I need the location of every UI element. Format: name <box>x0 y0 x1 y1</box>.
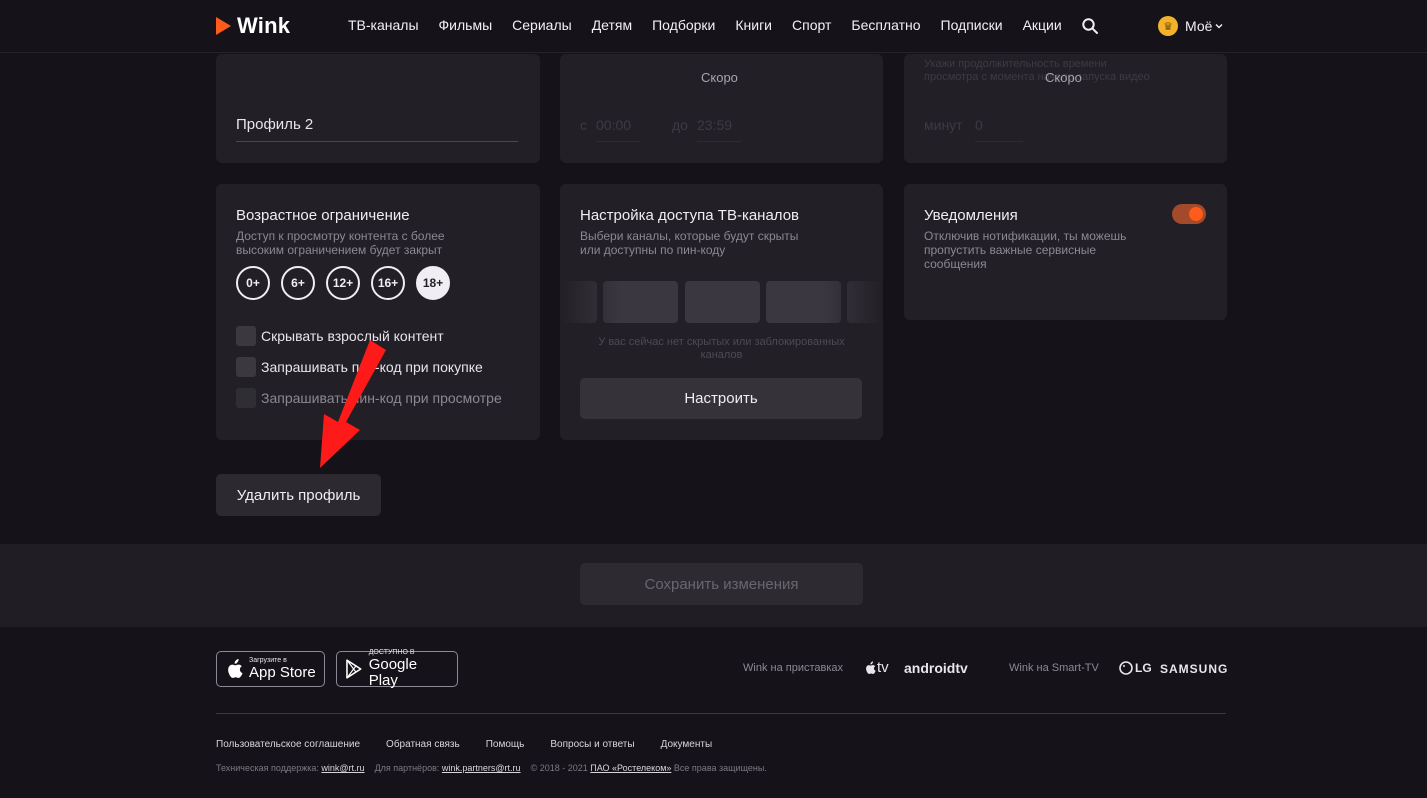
channel-placeholder-row <box>560 281 883 323</box>
footer-link-feedback[interactable]: Обратная связь <box>386 739 460 750</box>
footer: Загрузите в App Store ДОСТУПНО В Google … <box>0 627 1427 798</box>
profile-menu[interactable]: ♛ Моё <box>1158 16 1223 36</box>
age-12-button[interactable]: 12+ <box>326 266 360 300</box>
age-0-button[interactable]: 0+ <box>236 266 270 300</box>
viewing-time-card: Скоро с 00:00 до 23:59 <box>560 54 883 163</box>
chevron-down-icon <box>1215 24 1223 29</box>
age-18-button[interactable]: 18+ <box>416 266 450 300</box>
nav-series[interactable]: Сериалы <box>512 17 572 33</box>
fade-left <box>560 281 620 323</box>
android-tv-logo[interactable]: androidtv <box>904 660 968 676</box>
nav-tv-channels[interactable]: ТВ-каналы <box>348 17 419 33</box>
save-changes-button[interactable]: Сохранить изменения <box>580 563 863 605</box>
support-email-link[interactable]: wink@rt.ru <box>321 763 364 773</box>
footer-link-documents[interactable]: Документы <box>661 739 713 750</box>
nav-sport[interactable]: Спорт <box>792 17 831 33</box>
age-6-button[interactable]: 6+ <box>281 266 315 300</box>
nav-subscriptions[interactable]: Подписки <box>941 17 1003 33</box>
pin-view-checkbox[interactable] <box>236 388 256 408</box>
fade-right <box>823 281 883 323</box>
nav-promos[interactable]: Акции <box>1023 17 1062 33</box>
notifications-toggle[interactable] <box>1172 204 1206 224</box>
limit-soon-label: Скоро <box>1045 70 1082 85</box>
search-icon[interactable] <box>1082 18 1098 34</box>
footer-links: Пользовательское соглашение Обратная свя… <box>216 739 738 750</box>
time-limit-card: Укажи продолжительность времени просмотр… <box>904 54 1227 163</box>
google-play-badge[interactable]: ДОСТУПНО В Google Play <box>336 649 458 689</box>
nav-books[interactable]: Книги <box>735 17 772 33</box>
crown-avatar-icon: ♛ <box>1158 16 1178 36</box>
time-from-prefix: с <box>580 117 587 133</box>
age-restriction-title: Возрастное ограничение <box>236 207 410 224</box>
channel-placeholder <box>685 281 760 323</box>
channels-empty-text: У вас сейчас нет скрытых или заблокирова… <box>598 336 845 361</box>
age-options: 0+ 6+ 12+ 16+ 18+ <box>236 266 461 300</box>
lg-icon <box>1119 661 1133 675</box>
wink-logo[interactable]: Wink <box>216 13 290 39</box>
app-store-text: App Store <box>249 664 316 681</box>
support-label: Техническая поддержка: <box>216 763 319 773</box>
apple-icon <box>228 659 243 678</box>
wink-logo-icon <box>216 17 231 35</box>
footer-info: Техническая поддержка: wink@rt.ru Для па… <box>216 763 767 773</box>
google-play-icon <box>346 659 362 679</box>
channel-access-desc: Выбери каналы, которые будут скрыты или … <box>580 229 799 257</box>
smart-tv-note: Wink на Smart-TV <box>1009 662 1099 674</box>
app-store-badge[interactable]: Загрузите в App Store <box>216 651 325 687</box>
limit-value-input: 0 <box>975 117 983 133</box>
lg-text: LG <box>1135 661 1152 675</box>
configure-channels-button[interactable]: Настроить <box>580 378 862 419</box>
time-to-underline <box>697 141 741 142</box>
nav-free[interactable]: Бесплатно <box>851 17 920 33</box>
apple-tv-text: tv <box>877 659 889 676</box>
profile-label: Моё <box>1185 18 1213 34</box>
copyright-text: © 2018 - 2021 <box>530 763 588 773</box>
time-from-input: 00:00 <box>596 117 632 133</box>
apple-tv-icon <box>866 660 876 674</box>
profile-name-input[interactable]: Профиль 2 <box>236 116 313 133</box>
apple-tv-logo[interactable]: tv <box>864 659 889 676</box>
boxes-note: Wink на приставках <box>743 662 844 674</box>
profile-name-card: Профиль 2 <box>216 54 540 163</box>
limit-unit-label: минут <box>924 117 963 133</box>
samsung-logo[interactable]: SAMSUNG <box>1160 662 1228 676</box>
rights-text: Все права защищены. <box>673 763 767 773</box>
lg-logo[interactable]: LG <box>1119 661 1152 675</box>
time-limit-desc: Укажи продолжительность времени просмотр… <box>924 58 1150 83</box>
time-soon-label: Скоро <box>701 70 738 85</box>
main-nav: ТВ-каналы Фильмы Сериалы Детям Подборки … <box>348 17 1082 33</box>
hide-adult-checkbox[interactable] <box>236 326 256 346</box>
logo-text: Wink <box>237 13 291 38</box>
partners-email-link[interactable]: wink.partners@rt.ru <box>442 763 521 773</box>
time-to-prefix: до <box>672 117 688 133</box>
notifications-title: Уведомления <box>924 207 1018 224</box>
time-to-input: 23:59 <box>697 117 733 133</box>
nav-collections[interactable]: Подборки <box>652 17 715 33</box>
header: Wink ТВ-каналы Фильмы Сериалы Детям Подб… <box>0 0 1427 53</box>
nav-movies[interactable]: Фильмы <box>439 17 493 33</box>
footer-link-terms[interactable]: Пользовательское соглашение <box>216 739 360 750</box>
partners-label: Для партнёров: <box>374 763 440 773</box>
nav-kids[interactable]: Детям <box>592 17 632 33</box>
toggle-knob <box>1189 207 1203 221</box>
red-arrow-annotation <box>320 340 386 468</box>
company-link[interactable]: ПАО «Ростелеком» <box>590 763 671 773</box>
channel-access-title: Настройка доступа ТВ-каналов <box>580 207 800 224</box>
google-play-text: Google Play <box>368 656 418 689</box>
footer-divider <box>216 713 1226 714</box>
channel-access-card: Настройка доступа ТВ-каналов Выбери кана… <box>560 184 883 440</box>
notifications-desc: Отключив нотификации, ты можешь пропусти… <box>924 229 1127 271</box>
delete-profile-button[interactable]: Удалить профиль <box>216 474 381 516</box>
time-from-underline <box>596 141 640 142</box>
age-restriction-desc: Доступ к просмотру контента с более высо… <box>236 229 445 257</box>
footer-link-help[interactable]: Помощь <box>486 739 525 750</box>
notifications-card: Уведомления Отключив нотификации, ты мож… <box>904 184 1227 320</box>
age-16-button[interactable]: 16+ <box>371 266 405 300</box>
save-bar: Сохранить изменения <box>0 544 1427 627</box>
pin-purchase-checkbox[interactable] <box>236 357 256 377</box>
footer-link-faq[interactable]: Вопросы и ответы <box>550 739 634 750</box>
limit-value-underline <box>975 141 1023 142</box>
profile-name-underline <box>236 141 518 142</box>
